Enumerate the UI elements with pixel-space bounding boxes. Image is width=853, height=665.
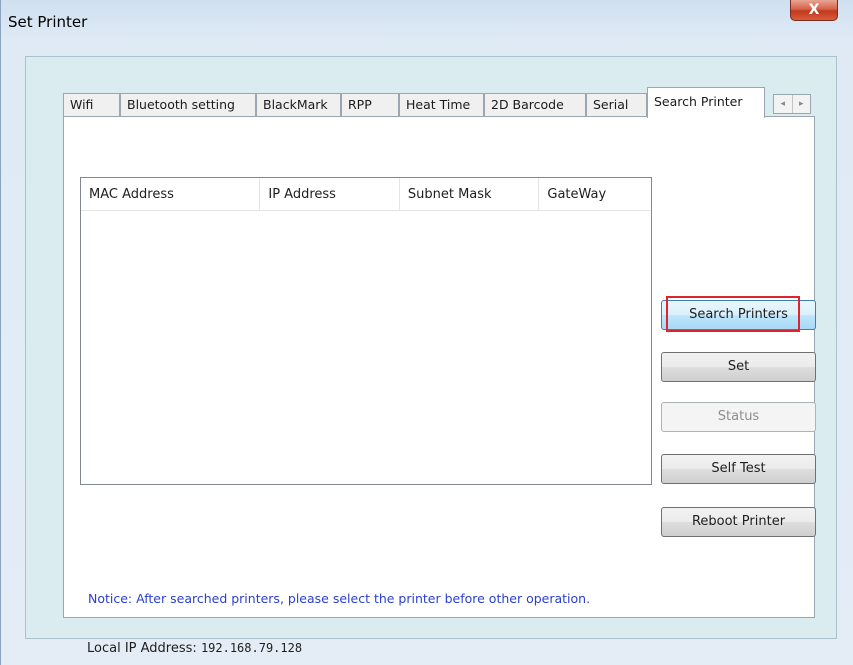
local-ip-address: Local IP Address: 192.168.79.128 — [87, 641, 302, 656]
reboot-printer-button[interactable]: Reboot Printer — [661, 507, 816, 537]
tab-heat-time[interactable]: Heat Time — [399, 93, 484, 117]
tab-blackmark[interactable]: BlackMark — [256, 93, 341, 117]
tab-label: Serial — [593, 97, 629, 112]
scroll-left-icon[interactable]: ◂ — [774, 95, 793, 113]
close-button[interactable]: X — [790, 0, 838, 21]
tab-strip: Wifi Bluetooth setting BlackMark RPP Hea… — [63, 86, 823, 118]
printer-list[interactable]: MAC Address IP Address Subnet Mask GateW… — [80, 177, 652, 485]
notice-text: Notice: After searched printers, please … — [88, 591, 591, 606]
highlight-annotation — [666, 296, 800, 332]
tab-bluetooth-setting[interactable]: Bluetooth setting — [120, 93, 256, 117]
set-button[interactable]: Set — [661, 352, 816, 382]
status-button: Status — [661, 402, 816, 432]
tab-serial[interactable]: Serial — [586, 93, 647, 117]
tab-label: Heat Time — [406, 97, 471, 112]
column-header-mac-address[interactable]: MAC Address — [81, 178, 261, 210]
tab-scroll-buttons: ◂ ▸ — [773, 94, 811, 114]
tab-label: 2D Barcode — [491, 97, 564, 112]
tab-search-printer[interactable]: Search Printer — [647, 87, 765, 118]
tab-label: Search Printer — [654, 94, 743, 109]
tab-label: Wifi — [70, 97, 94, 112]
tab-label: RPP — [348, 97, 372, 112]
set-printer-window: Set Printer X Wifi Bluetooth setting Bla… — [0, 0, 853, 665]
column-header-gateway[interactable]: GateWay — [539, 178, 651, 210]
search-printer-panel: MAC Address IP Address Subnet Mask GateW… — [63, 116, 816, 656]
local-ip-value: 192.168.79.128 — [200, 641, 303, 655]
title-bar[interactable]: Set Printer X — [1, 0, 853, 34]
printer-list-header: MAC Address IP Address Subnet Mask GateW… — [81, 178, 651, 211]
column-header-ip-address[interactable]: IP Address — [260, 178, 400, 210]
local-ip-label: Local IP Address: — [87, 641, 197, 656]
column-header-subnet-mask[interactable]: Subnet Mask — [400, 178, 540, 210]
tab-rpp[interactable]: RPP — [341, 93, 399, 117]
tab-label: Bluetooth setting — [127, 97, 235, 112]
tab-2d-barcode[interactable]: 2D Barcode — [484, 93, 586, 117]
printer-list-body[interactable] — [81, 211, 651, 485]
tab-label: BlackMark — [263, 97, 328, 112]
window-title: Set Printer — [8, 13, 88, 31]
close-icon: X — [808, 2, 820, 18]
dialog-client-area: Wifi Bluetooth setting BlackMark RPP Hea… — [25, 56, 837, 656]
tab-wifi[interactable]: Wifi — [63, 93, 120, 117]
self-test-button[interactable]: Self Test — [661, 454, 816, 484]
scroll-right-icon[interactable]: ▸ — [793, 95, 811, 113]
